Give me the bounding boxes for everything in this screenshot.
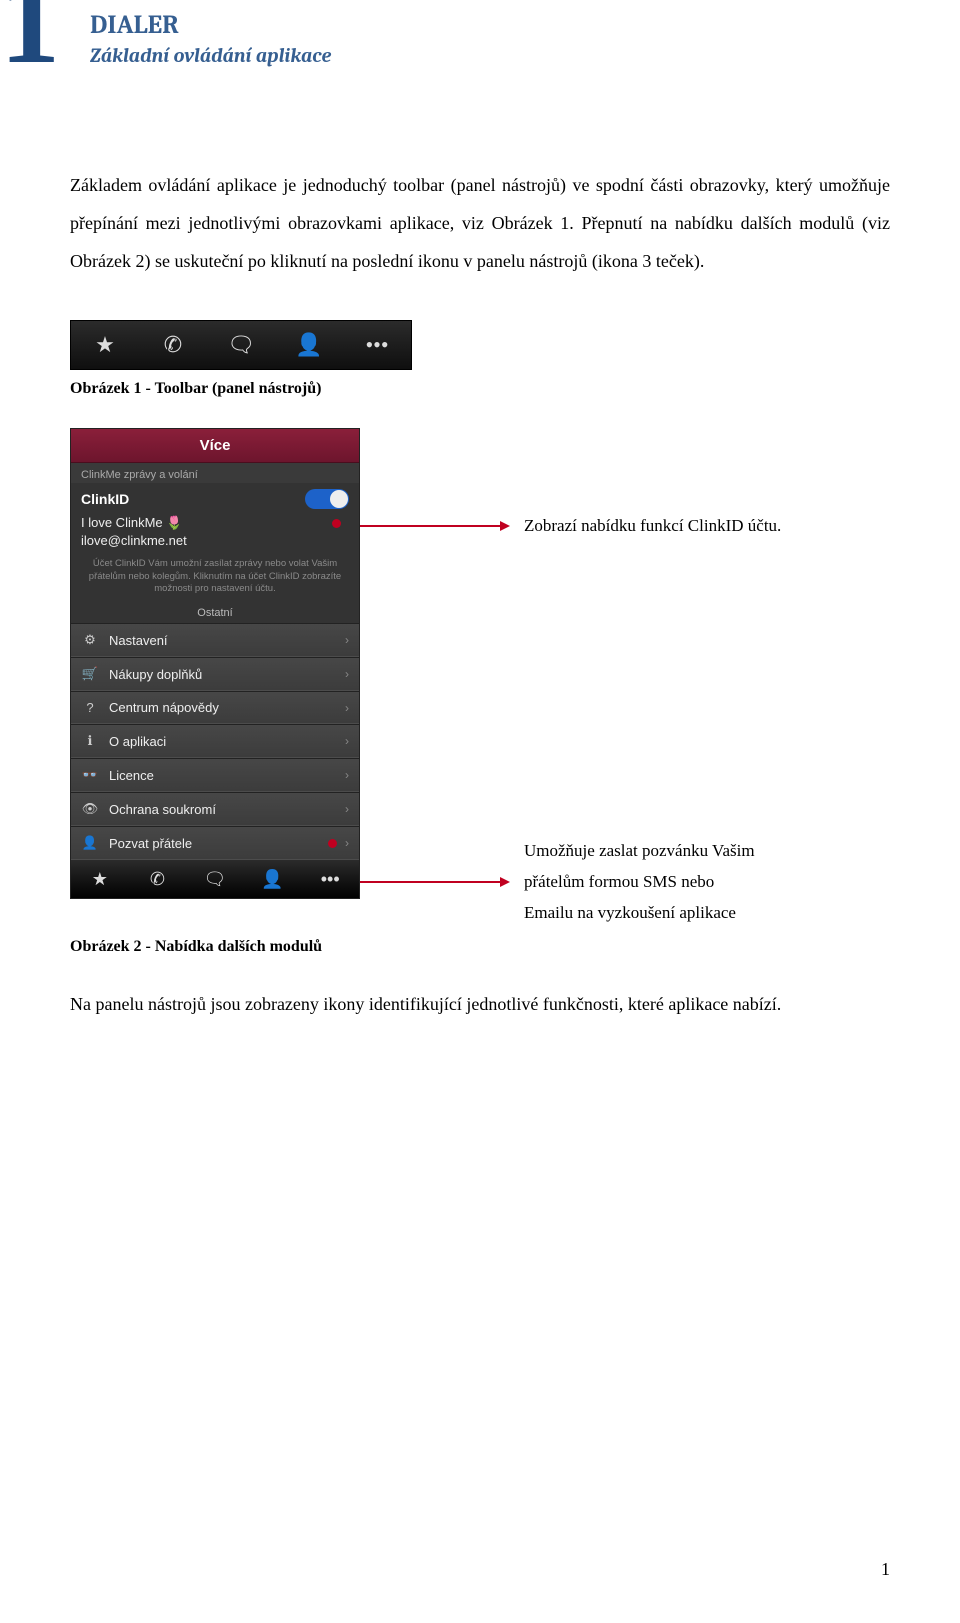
- more-header: Více: [71, 429, 359, 463]
- person-icon[interactable]: 👤: [244, 860, 302, 898]
- more-icon[interactable]: •••: [301, 860, 359, 898]
- info-icon: ℹ: [81, 733, 99, 749]
- chapter-title: DIALER: [90, 10, 890, 40]
- clinkid-toggle[interactable]: [305, 489, 349, 509]
- chat-icon[interactable]: 🗨: [207, 332, 275, 358]
- row-settings-label: Nastavení: [109, 633, 345, 648]
- clinkid-note: Účet ClinkID Vám umožní zasílat zprávy n…: [71, 554, 359, 603]
- person-icon[interactable]: 👤: [275, 332, 343, 358]
- figure-2-more-screen: Více ClinkMe zprávy a volání ClinkID I l…: [70, 428, 360, 899]
- callout-1: Zobrazí nabídku funkcí ClinkID účtu.: [524, 516, 781, 536]
- row-about[interactable]: ℹ O aplikaci ›: [71, 724, 359, 758]
- row-license[interactable]: 👓 Licence ›: [71, 758, 359, 792]
- love-sub: ilove@clinkme.net: [81, 533, 187, 548]
- chat-icon[interactable]: 🗨: [186, 860, 244, 898]
- row-settings[interactable]: ⚙ Nastavení ›: [71, 623, 359, 657]
- row-privacy[interactable]: 👁 Ochrana soukromí ›: [71, 792, 359, 826]
- chevron-icon: ›: [345, 802, 349, 816]
- chevron-icon: ›: [345, 734, 349, 748]
- figure-2-caption: Obrázek 2 - Nabídka dalších modulů: [70, 938, 890, 956]
- chevron-icon: ›: [345, 633, 349, 647]
- figure-1-caption: Obrázek 1 - Toolbar (panel nástrojů): [70, 380, 890, 398]
- recent-icon[interactable]: ✆: [129, 860, 187, 898]
- row-help[interactable]: ? Centrum nápovědy ›: [71, 691, 359, 724]
- chevron-icon: ›: [345, 701, 349, 715]
- invite-icon: 👤: [81, 835, 99, 851]
- chapter-number: 1: [0, 0, 60, 82]
- row-privacy-label: Ochrana soukromí: [109, 802, 345, 817]
- callout-2-line2: přátelům formou SMS nebo: [524, 867, 755, 898]
- love-label: I love ClinkMe: [81, 515, 163, 530]
- arrow-icon: [500, 877, 510, 887]
- star-icon[interactable]: ★: [71, 860, 129, 898]
- gear-icon: ⚙: [81, 632, 99, 648]
- callout-2: Umožňuje zaslat pozvánku Vašim přátelům …: [524, 836, 755, 928]
- row-about-label: O aplikaci: [109, 734, 345, 749]
- chevron-icon: ›: [345, 768, 349, 782]
- tulip-icon: 🌷: [166, 515, 182, 530]
- chevron-icon: ›: [345, 667, 349, 681]
- more-section-2: Ostatní: [71, 603, 359, 623]
- clinkid-label: ClinkID: [81, 491, 305, 507]
- glasses-icon: 👓: [81, 767, 99, 783]
- star-icon[interactable]: ★: [71, 332, 139, 358]
- callout-2-line3: Emailu na vyzkoušení aplikace: [524, 898, 755, 929]
- row-invite[interactable]: 👤 Pozvat přátele ›: [71, 826, 359, 860]
- figure-1-toolbar: ★ ✆ 🗨 👤 •••: [70, 320, 412, 370]
- eye-icon: 👁: [81, 801, 99, 817]
- page-number: 1: [881, 1559, 890, 1580]
- row-invite-label: Pozvat přátele: [109, 836, 328, 851]
- row-license-label: Licence: [109, 768, 345, 783]
- chevron-icon: ›: [345, 836, 349, 850]
- help-icon: ?: [81, 700, 99, 715]
- body-paragraph-1: Základem ovládání aplikace je jednoduchý…: [70, 167, 890, 280]
- more-footer-toolbar: ★ ✆ 🗨 👤 •••: [71, 860, 359, 898]
- callout-2-line1: Umožňuje zaslat pozvánku Vašim: [524, 836, 755, 867]
- love-row[interactable]: I love ClinkMe 🌷: [71, 511, 359, 533]
- body-paragraph-2: Na panelu nástrojů jsou zobrazeny ikony …: [70, 986, 890, 1024]
- callout-dot-1: [332, 519, 341, 528]
- more-icon[interactable]: •••: [343, 332, 411, 358]
- cart-icon: 🛒: [81, 666, 99, 682]
- chapter-subtitle: Základní ovládání aplikace: [90, 44, 890, 67]
- more-section-1: ClinkMe zprávy a volání: [71, 463, 359, 483]
- row-help-label: Centrum nápovědy: [109, 700, 345, 715]
- arrow-icon: [500, 521, 510, 531]
- row-purchases-label: Nákupy doplňků: [109, 667, 345, 682]
- row-purchases[interactable]: 🛒 Nákupy doplňků ›: [71, 657, 359, 691]
- callout-dot-2: [328, 839, 337, 848]
- recent-icon[interactable]: ✆: [139, 332, 207, 358]
